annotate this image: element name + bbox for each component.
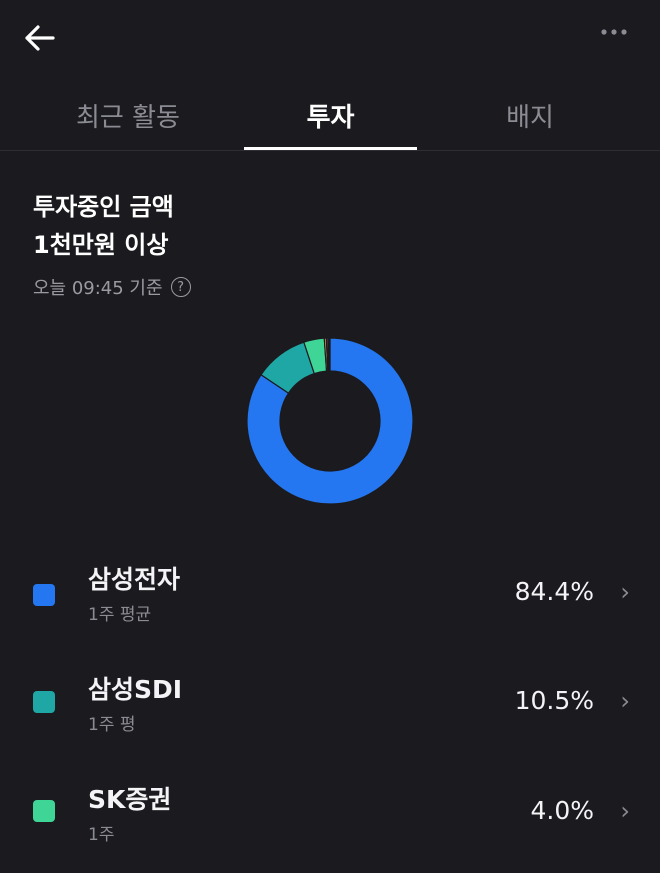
title-line-2: 1천만원 이상 [33,231,169,259]
holding-row-samsung-electronics[interactable]: 삼성전자 1주 평균 84.4% › [0,560,660,650]
holding-percent: 10.5% [514,686,594,715]
color-swatch [33,584,55,606]
holding-average-price: 1주 [88,825,115,845]
donut-slice-7 [328,337,331,372]
active-tab-indicator [244,147,417,150]
color-swatch [33,800,55,822]
chevron-right-icon: › [620,687,630,715]
tab-investment[interactable]: 투자 [244,80,417,150]
holding-average-price: 1주 평균 [88,605,152,625]
chevron-right-icon: › [620,578,630,606]
back-button[interactable] [18,18,62,58]
timestamp-text: 오늘 09:45 기준 [33,278,163,299]
allocation-donut-chart [246,337,414,505]
holding-row-sk-securities[interactable]: SK증권 1주 4.0% › [0,780,660,870]
tab-recent-activity[interactable]: 최근 활동 [28,80,228,150]
color-swatch [33,691,55,713]
invested-amount-title: 투자중인 금액 1천만원 이상 [33,188,174,264]
holding-row-samsung-sdi[interactable]: 삼성SDI 1주 평 10.5% › [0,670,660,760]
top-bar [0,0,660,75]
holding-name: SK증권 [88,785,172,814]
holding-average-price: 1주 평 [88,715,136,735]
tab-label: 투자 [306,102,355,133]
tab-label: 배지 [506,102,554,133]
holding-name: 삼성전자 [88,565,181,594]
tab-bar: 최근 활동 투자 배지 [0,80,660,151]
chevron-right-icon: › [620,797,630,825]
as-of-time: 오늘 09:45 기준 ? [33,274,191,300]
tab-label: 최근 활동 [76,102,180,133]
holding-percent: 84.4% [514,577,594,606]
holding-name: 삼성SDI [88,675,183,704]
investment-page: 최근 활동 투자 배지 투자중인 금액 1천만원 이상 오늘 09:45 기준 … [0,0,660,873]
more-horizontal-icon [601,29,627,35]
holding-percent: 4.0% [530,796,594,825]
tab-badges[interactable]: 배지 [430,80,630,150]
arrow-left-icon [25,25,55,51]
title-line-1: 투자중인 금액 [33,193,174,221]
help-icon[interactable]: ? [170,277,191,297]
more-button[interactable] [594,18,634,46]
